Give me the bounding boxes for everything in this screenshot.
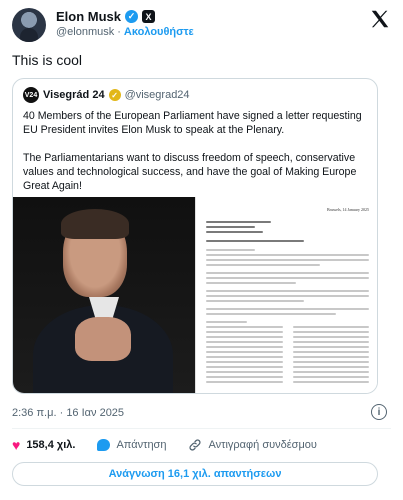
like-count: 158,4 χιλ. bbox=[26, 439, 76, 451]
read-replies-button[interactable]: Ανάγνωση 16,1 χιλ. απαντήσεων bbox=[12, 462, 378, 486]
author-avatar[interactable] bbox=[12, 8, 46, 42]
handle-separator: · bbox=[117, 26, 121, 38]
tweet-text: This is cool bbox=[12, 52, 83, 68]
info-icon[interactable]: i bbox=[371, 404, 387, 420]
divider bbox=[12, 428, 391, 429]
x-logo-icon bbox=[371, 10, 389, 28]
timestamp-separator: · bbox=[59, 407, 64, 419]
quoted-handle: @visegrad24 bbox=[124, 89, 190, 101]
quoted-avatar: V24 bbox=[23, 87, 39, 103]
x-affiliation-icon: X bbox=[142, 10, 156, 23]
photo-hands bbox=[75, 317, 131, 361]
gold-verified-badge-icon: ✓ bbox=[108, 89, 121, 101]
heart-icon: ♥ bbox=[12, 437, 21, 453]
author-handle[interactable]: @elonmusk bbox=[56, 26, 114, 38]
verified-badge-icon: ✓ bbox=[125, 10, 139, 23]
reply-label: Απάντηση bbox=[116, 439, 167, 451]
like-button[interactable]: ♥ 158,4 χιλ. bbox=[12, 437, 75, 453]
quoted-tweet[interactable]: V24 Visegrád 24 ✓ @visegrad24 40 Members… bbox=[12, 78, 378, 394]
quoted-paragraph-2: The Parliamentarians want to discuss fre… bbox=[23, 152, 357, 192]
author-name-row: Elon Musk ✓ X bbox=[56, 9, 156, 24]
author-name[interactable]: Elon Musk bbox=[56, 9, 121, 24]
link-icon bbox=[189, 439, 201, 451]
reply-bubble-icon bbox=[97, 439, 111, 451]
tweet-header: Elon Musk ✓ X @elonmusk · Ακολουθήστε bbox=[12, 8, 391, 42]
quoted-text: 40 Members of the European Parliament ha… bbox=[23, 109, 369, 207]
letter-image[interactable]: Brussels, 14 January 2025 bbox=[195, 197, 377, 393]
quoted-media[interactable]: Brussels, 14 January 2025 bbox=[13, 197, 377, 393]
author-handle-row: @elonmusk · Ακολουθήστε bbox=[56, 26, 194, 38]
portrait-photo[interactable] bbox=[13, 197, 195, 393]
reply-button[interactable]: Απάντηση bbox=[97, 439, 166, 451]
photo-hair bbox=[61, 209, 129, 239]
copy-link-label: Αντιγραφή συνδέσμου bbox=[208, 439, 317, 451]
quoted-header: V24 Visegrád 24 ✓ @visegrad24 bbox=[23, 87, 190, 103]
follow-button[interactable]: Ακολουθήστε bbox=[124, 26, 194, 38]
quoted-paragraph-1: 40 Members of the European Parliament ha… bbox=[23, 110, 362, 136]
tweet-date: 16 Ιαν 2025 bbox=[66, 407, 125, 419]
tweet-time: 2:36 π.μ. bbox=[12, 407, 57, 419]
quoted-name: Visegrád 24 bbox=[43, 89, 105, 101]
tweet-actions: ♥ 158,4 χιλ. Απάντηση Αντιγραφή συνδέσμο… bbox=[12, 437, 339, 453]
copy-link-button[interactable]: Αντιγραφή συνδέσμου bbox=[188, 438, 317, 452]
tweet-timestamp[interactable]: 2:36 π.μ. · 16 Ιαν 2025 bbox=[12, 407, 124, 419]
letter-date: Brussels, 14 January 2025 bbox=[327, 207, 369, 212]
